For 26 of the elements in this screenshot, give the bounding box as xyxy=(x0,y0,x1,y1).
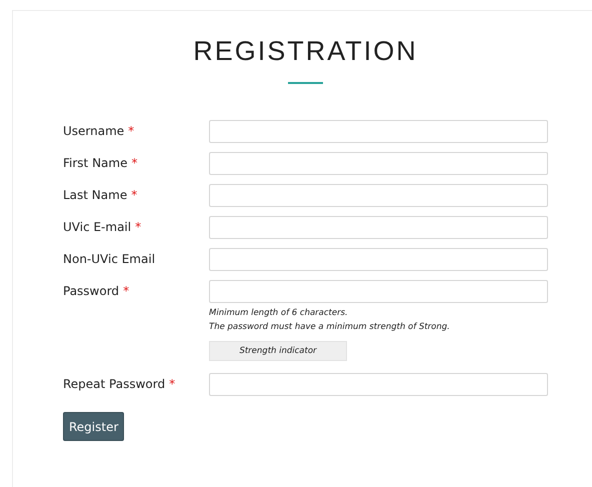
required-mark: * xyxy=(131,155,138,172)
input-field[interactable] xyxy=(209,120,548,143)
field-label: First Name xyxy=(63,155,128,172)
field-label: Password xyxy=(63,283,120,300)
page-title: REGISTRATION xyxy=(193,35,418,68)
hint-text: Minimum length of 6 characters. xyxy=(209,307,349,320)
required-mark: * xyxy=(169,376,176,393)
field-label: Username xyxy=(63,123,124,140)
strength-indicator: Strength indicator xyxy=(209,341,347,361)
register-button[interactable]: Register xyxy=(63,412,124,441)
input-field[interactable] xyxy=(209,248,548,271)
required-mark: * xyxy=(128,123,134,140)
hint-text: The password must have a minimum strength of Strong. xyxy=(209,321,451,334)
input-field[interactable] xyxy=(209,184,548,207)
required-mark: * xyxy=(135,219,142,236)
input-field[interactable] xyxy=(209,216,548,239)
title-underline xyxy=(288,82,323,84)
field-label: Last Name xyxy=(63,187,128,204)
input-field[interactable] xyxy=(209,280,548,303)
input-field[interactable] xyxy=(209,373,548,396)
required-mark: * xyxy=(131,187,138,204)
field-label: Non-UVic Email xyxy=(63,251,156,268)
input-field[interactable] xyxy=(209,152,548,175)
required-mark: * xyxy=(123,283,130,300)
field-label: UVic E-mail xyxy=(63,219,132,236)
field-label: Repeat Password xyxy=(63,376,166,393)
